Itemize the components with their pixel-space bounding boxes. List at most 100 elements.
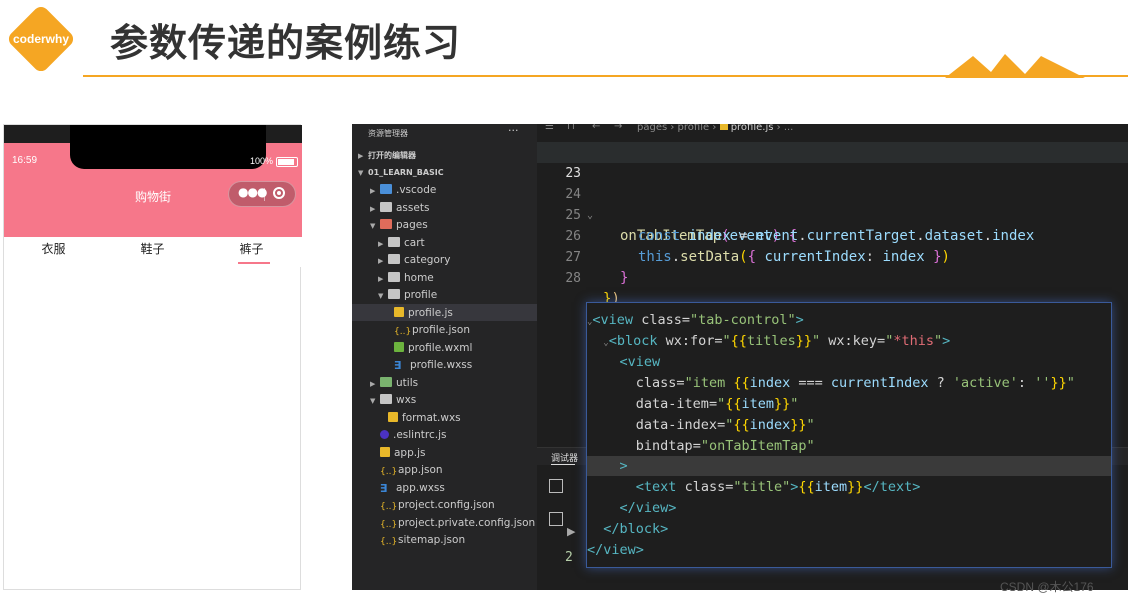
- explorer-item[interactable]: {..}app.json: [380, 462, 443, 479]
- breadcrumb: ☰ ⊓ ← → pages › profile › profile.js › .…: [537, 124, 1128, 136]
- explorer-item[interactable]: ▼ pages: [370, 217, 428, 234]
- explorer-more-button[interactable]: ···: [508, 124, 519, 137]
- more-dots-icon[interactable]: ●●●: [238, 185, 267, 199]
- js-file-icon: [388, 411, 398, 422]
- popup-line-9: <text class="title">{{item}}</text>: [635, 479, 921, 495]
- explorer-item[interactable]: ▼ wxs: [370, 392, 416, 409]
- breadcrumb-item[interactable]: pages: [637, 124, 667, 133]
- explorer-item[interactable]: .eslintrc.js: [380, 427, 446, 444]
- js-file-icon: [380, 446, 390, 457]
- explorer-item[interactable]: ▶ category: [378, 252, 450, 269]
- explorer-item[interactable]: profile.wxml: [394, 340, 472, 357]
- active-tab-underline: [238, 262, 270, 264]
- popup-line-3: <view: [619, 354, 661, 370]
- chevron-down-icon: ▼: [370, 397, 376, 405]
- explorer-item[interactable]: profile.js: [394, 305, 453, 322]
- explorer-item[interactable]: {..}project.config.json: [380, 497, 495, 514]
- explorer-item-label: app.wxss: [396, 481, 445, 494]
- chevron-right-icon: ▶: [358, 152, 364, 160]
- phone-simulator: 16:59 100% 购物街 ●●● 衣服 鞋子 裤子: [3, 124, 302, 590]
- tab-item-label: 衣服: [41, 242, 66, 256]
- json-file-icon: {..}: [380, 467, 398, 477]
- json-file-icon: {..}: [394, 327, 412, 337]
- explorer-title: 资源管理器: [368, 129, 408, 138]
- split-icon[interactable]: ☰: [545, 124, 554, 132]
- chevron-right-icon: ▶: [378, 257, 384, 265]
- code-text: }: [620, 270, 629, 286]
- code-line-27[interactable]: 27 }: [537, 226, 1128, 286]
- explorer-item-label: app.js: [394, 446, 426, 459]
- explorer-item[interactable]: ▶ utils: [370, 375, 418, 392]
- explorer-item[interactable]: ▶ cart: [378, 235, 425, 252]
- chevron-right-icon: ▶: [370, 204, 376, 213]
- explorer-item-label: app.json: [398, 464, 443, 476]
- wxml-file-icon: [394, 341, 404, 352]
- code-line-24[interactable]: 24 ⌄ onTabItemTap(event) {: [537, 163, 1128, 244]
- toggle-sidebar-icon[interactable]: [549, 512, 563, 526]
- explorer-item-label: profile.wxss: [410, 359, 473, 371]
- explorer-item[interactable]: {..}sitemap.json: [380, 532, 465, 549]
- explorer-item[interactable]: {..}project.private.config.json: [380, 515, 535, 532]
- explorer-item[interactable]: ▶ home: [378, 270, 434, 287]
- folder-vscode-icon: [380, 184, 392, 194]
- bookmark-icon[interactable]: ⊓: [567, 124, 575, 132]
- explorer-item[interactable]: ▶ .vscode: [370, 182, 436, 199]
- code-line-23[interactable]: 23: [537, 142, 1128, 181]
- explorer-item[interactable]: app.js: [380, 445, 426, 462]
- chevron-down-icon: ▼: [378, 292, 384, 300]
- tab-debugger[interactable]: 调试器: [551, 451, 578, 464]
- folder-icon: [388, 271, 400, 282]
- tab-item-label: 鞋子: [140, 242, 165, 256]
- popup-line-6: data-index="{{index}}": [635, 417, 815, 433]
- explorer-item-label: pages: [396, 219, 428, 231]
- battery-text: 100%: [250, 156, 274, 166]
- explorer-item-label: .vscode: [396, 184, 437, 196]
- explorer-item[interactable]: ∃ profile.wxss: [394, 357, 472, 374]
- folder-assets-icon: [380, 201, 392, 212]
- explorer-item-label: profile.js: [408, 306, 453, 319]
- wxml-code-popup: ⌄<view class="tab-control"> ⌄<block wx:f…: [586, 302, 1112, 568]
- capsule-menu[interactable]: ●●●: [228, 181, 296, 207]
- section-label: 01_LEARN_BASIC: [368, 168, 444, 177]
- folder-utils-icon: [380, 376, 392, 387]
- explorer-item-label: profile.wxml: [408, 341, 473, 354]
- breadcrumb-item[interactable]: ...: [784, 124, 794, 133]
- watermark: CSDN @木公176: [1000, 580, 1094, 594]
- explorer-item[interactable]: {..}profile.json: [394, 322, 470, 339]
- inspect-element-icon[interactable]: [549, 479, 563, 493]
- explorer-item-label: home: [404, 271, 434, 284]
- json-file-icon: {..}: [380, 502, 398, 512]
- explorer-item[interactable]: ▼ profile: [378, 287, 437, 304]
- code-line-26[interactable]: 26 this.setData({ currentIndex: index }): [537, 205, 1128, 265]
- code-line-25[interactable]: 25 const index = event.currentTarget.dat…: [537, 184, 1128, 244]
- folder-open-icon: [380, 394, 392, 404]
- breadcrumb-item[interactable]: profile: [678, 124, 710, 133]
- code-line-28[interactable]: 28 }): [537, 247, 1128, 307]
- tab-item-2[interactable]: 裤子: [202, 237, 301, 264]
- back-arrow-icon[interactable]: ←: [592, 124, 600, 132]
- chevron-right-icon: ▶: [370, 187, 376, 195]
- explorer-item-label: category: [404, 254, 451, 266]
- explorer-item[interactable]: ∃ app.wxss: [380, 480, 445, 497]
- folder-icon: [388, 254, 400, 264]
- phone-notch: [70, 125, 266, 169]
- explorer-item[interactable]: ▶ assets: [370, 200, 429, 217]
- close-circle-icon[interactable]: [273, 187, 285, 199]
- breadcrumb-path: pages › profile › profile.js › ...: [637, 124, 794, 133]
- expand-chevron-icon[interactable]: ▶: [567, 525, 575, 538]
- tab-item-0[interactable]: 衣服: [4, 237, 103, 261]
- logo-text: coderwhy: [12, 32, 69, 46]
- folder-icon: [388, 236, 400, 247]
- explorer-item-label: project.config.json: [398, 499, 495, 511]
- popup-line-5: data-item="{{item}}": [635, 396, 799, 412]
- open-editors-section[interactable]: ▶ 打开的编辑器: [358, 147, 416, 164]
- forward-arrow-icon[interactable]: →: [614, 124, 622, 132]
- explorer-item[interactable]: format.wxs: [388, 410, 461, 427]
- tab-item-1[interactable]: 鞋子: [103, 237, 202, 261]
- css-file-icon: ∃: [380, 481, 388, 495]
- capsule-divider: [264, 188, 265, 201]
- popup-line-1: ⌄<view class="tab-control">: [587, 312, 804, 328]
- slide-header: coderwhy 参数传递的案例练习: [0, 0, 1128, 90]
- breadcrumb-item[interactable]: profile.js: [731, 124, 774, 133]
- project-root-section[interactable]: ▼ 01_LEARN_BASIC: [358, 164, 444, 181]
